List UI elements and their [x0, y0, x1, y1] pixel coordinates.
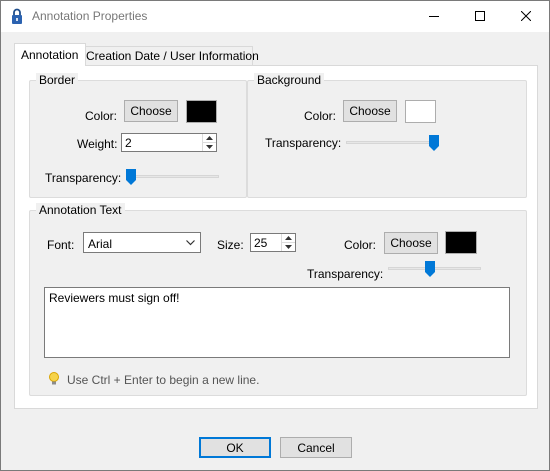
close-button[interactable] [503, 1, 549, 32]
size-stepper[interactable]: 25 [250, 233, 296, 252]
border-choose-button[interactable]: Choose [124, 100, 178, 122]
slider-thumb[interactable] [126, 169, 136, 185]
chevron-down-icon [186, 240, 195, 246]
annotation-tab-panel: Border Color: Choose Weight: 2 Transpare… [14, 65, 538, 409]
size-label: Size: [217, 238, 244, 252]
background-color-label: Color: [304, 109, 337, 123]
tab-creation-date-user-information[interactable]: Creation Date / User Information [79, 46, 259, 66]
annotation-properties-dialog: Annotation Properties Annotation Creatio… [0, 0, 550, 471]
slider-track [126, 175, 219, 178]
hint-text: Use Ctrl + Enter to begin a new line. [67, 373, 260, 387]
tab-annotation[interactable]: Annotation [14, 43, 86, 66]
ok-button[interactable]: OK [199, 437, 271, 458]
background-group-label: Background [254, 73, 325, 87]
text-color-label: Color: [344, 238, 377, 252]
annotation-text-input[interactable]: Reviewers must sign off! [44, 287, 510, 358]
slider-thumb[interactable] [425, 261, 435, 277]
minimize-button[interactable] [411, 1, 457, 32]
slider-thumb[interactable] [429, 135, 439, 151]
background-choose-button[interactable]: Choose [343, 100, 397, 122]
padlock-icon [11, 8, 23, 25]
text-transparency-label: Transparency: [307, 267, 384, 281]
size-down-arrow-icon[interactable] [282, 243, 295, 252]
background-color-swatch[interactable] [405, 100, 436, 123]
maximize-button[interactable] [457, 1, 503, 32]
minimize-icon [429, 16, 439, 17]
border-group-label: Border [36, 73, 79, 87]
annotation-text-group: Annotation Text Font: Arial Size: 25 Col… [29, 203, 527, 396]
border-color-label: Color: [85, 109, 118, 123]
stepper-arrows [202, 134, 216, 151]
border-color-swatch[interactable] [186, 100, 217, 123]
background-transparency-slider[interactable] [346, 135, 439, 151]
annotation-text-group-label: Annotation Text [36, 203, 125, 217]
border-transparency-label: Transparency: [45, 171, 122, 185]
weight-up-arrow-icon[interactable] [203, 134, 216, 143]
border-weight-stepper[interactable]: 2 [121, 133, 217, 152]
border-weight-label: Weight: [77, 137, 118, 151]
slider-track [346, 141, 439, 144]
border-transparency-slider[interactable] [126, 169, 219, 185]
text-color-swatch[interactable] [445, 231, 477, 254]
text-transparency-slider[interactable] [388, 261, 481, 277]
font-select[interactable]: Arial [83, 232, 201, 253]
cancel-button[interactable]: Cancel [280, 437, 352, 458]
title-bar: Annotation Properties [1, 1, 549, 32]
window-title: Annotation Properties [32, 9, 148, 23]
weight-down-arrow-icon[interactable] [203, 143, 216, 152]
border-weight-value: 2 [125, 136, 132, 150]
size-value: 25 [254, 236, 268, 250]
size-up-arrow-icon[interactable] [282, 234, 295, 243]
background-transparency-label: Transparency: [265, 136, 342, 150]
maximize-icon [475, 11, 485, 21]
font-label: Font: [47, 238, 75, 252]
font-select-value: Arial [88, 237, 113, 251]
border-group: Border Color: Choose Weight: 2 Transpare… [29, 73, 247, 198]
lightbulb-icon [48, 371, 60, 387]
stepper-arrows [281, 234, 295, 251]
background-group: Background Color: Choose Transparency: [247, 73, 527, 198]
close-icon [521, 11, 531, 21]
text-choose-button[interactable]: Choose [384, 232, 438, 254]
